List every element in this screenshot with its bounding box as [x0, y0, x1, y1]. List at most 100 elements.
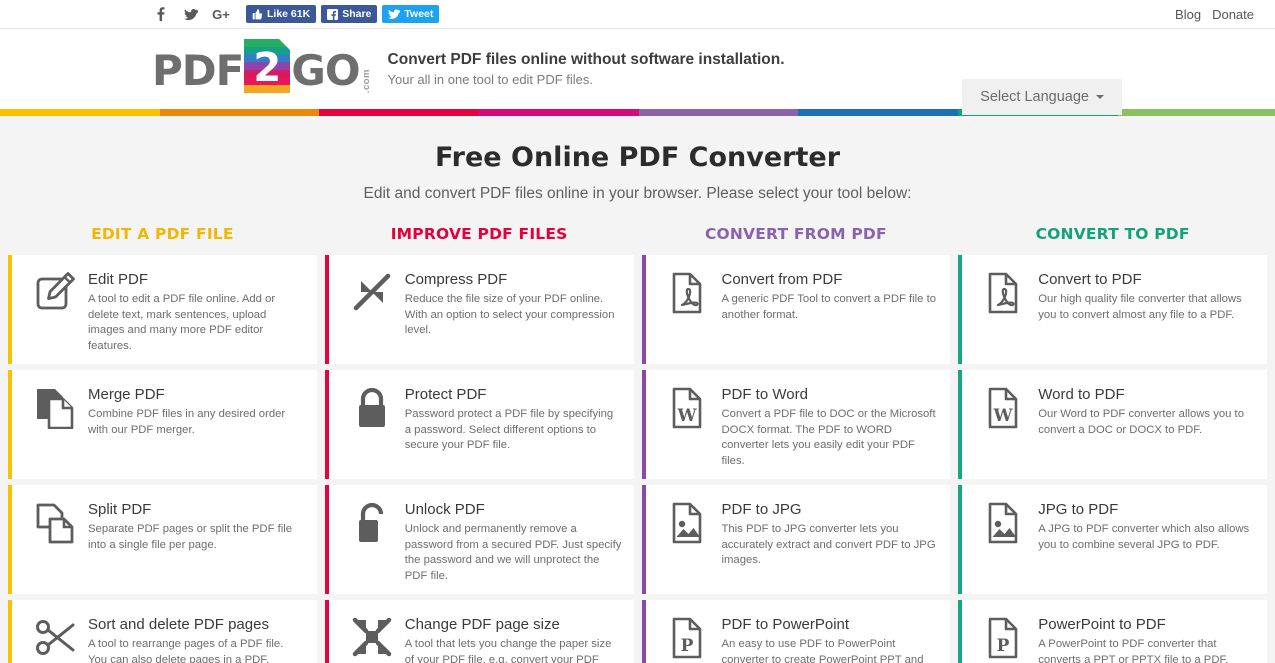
scissors-icon	[36, 620, 75, 655]
tool-card-description: Our Word to PDF converter allows you to …	[1038, 408, 1244, 436]
tool-card[interactable]: PDF to JPG This PDF to JPG converter lets…	[641, 485, 951, 594]
tool-card-title: Protect PDF	[404, 386, 487, 403]
tool-card-description: Our high quality file converter that all…	[1038, 293, 1242, 321]
tool-card[interactable]: JPG to PDF A JPG to PDF converter which a…	[958, 485, 1267, 594]
tool-card[interactable]: Convert to PDF Our high quality file conv…	[958, 255, 1267, 364]
tool-card-title: PDF to Word	[721, 386, 808, 403]
tool-card-icon	[26, 499, 84, 544]
logo-text-pdf: PDF	[152, 46, 244, 95]
blog-link[interactable]: Blog	[1175, 7, 1201, 22]
tool-card-icon	[343, 384, 401, 429]
tool-card[interactable]: Convert from PDF A generic PDF Tool to co…	[641, 255, 951, 364]
facebook-like-label: Like 61K	[267, 7, 311, 20]
pdf-document-icon	[672, 272, 701, 314]
tool-card-title: Unlock PDF	[404, 501, 485, 518]
tagline-secondary: Your all in one tool to edit PDF files.	[387, 71, 593, 87]
tool-card[interactable]: Unlock PDF Unlock and permanently remove …	[324, 485, 634, 594]
tool-card-description: An easy to use PDF to PowerPoint convert…	[721, 638, 924, 663]
pdf2go-logo[interactable]: PDF 2 GO .com	[152, 39, 372, 95]
chevron-down-icon	[1096, 95, 1104, 99]
facebook-icon[interactable]	[146, 7, 176, 22]
edit-pencil-icon	[36, 272, 75, 310]
lock-open-icon	[358, 502, 383, 542]
tool-card-description: Password protect a PDF file by specifyin…	[404, 408, 614, 451]
rainbow-segment-0	[0, 109, 160, 116]
tool-card-icon: W	[660, 384, 718, 429]
tool-card-icon	[343, 499, 401, 544]
rainbow-segment-3	[479, 109, 639, 116]
tool-card[interactable]: P PDF to PowerPoint An easy to use PDF to …	[641, 600, 951, 663]
facebook-share-label: Share	[342, 7, 372, 20]
logo-text-com: .com	[360, 68, 372, 93]
tool-card[interactable]: P PowerPoint to PDF A PowerPoint to PDF co…	[958, 600, 1267, 663]
tool-card[interactable]: Edit PDF A tool to edit a PDF file online…	[8, 255, 317, 364]
tool-card-description: Reduce the file size of your PDF online.…	[404, 293, 615, 336]
tool-card-description: This PDF to JPG converter lets you accur…	[721, 523, 936, 566]
svg-text:P: P	[997, 636, 1010, 656]
svg-text:P: P	[680, 636, 693, 656]
tool-card-body: PDF to PowerPoint An easy to use PDF to P…	[718, 614, 939, 663]
tool-card-title: PDF to JPG	[721, 501, 802, 518]
twitter-tweet-label: Tweet	[404, 7, 434, 20]
tool-card-icon: P	[976, 614, 1034, 659]
select-language-button[interactable]: Select Language	[962, 79, 1122, 115]
tool-card-icon	[660, 499, 718, 544]
logo-mark-icon: 2	[244, 39, 291, 93]
tool-card[interactable]: Compress PDF Reduce the file size of your…	[324, 255, 634, 364]
tool-card-icon	[26, 269, 84, 314]
word-document-icon: W	[672, 387, 701, 429]
logo-text-go: GO	[291, 46, 360, 95]
google-plus-icon[interactable]: G+	[206, 8, 236, 21]
logo-area[interactable]: PDF 2 GO .com Convert PDF files online w…	[152, 39, 785, 95]
rainbow-segment-7	[1117, 109, 1275, 116]
hero-section: Free Online PDF Converter Edit and conve…	[0, 116, 1275, 205]
tool-card[interactable]: Sort and delete PDF pages A tool to rearr…	[8, 600, 317, 663]
tool-card-body: Compress PDF Reduce the file size of your…	[401, 269, 622, 339]
pdf-document-icon	[988, 272, 1018, 314]
tool-card-icon	[343, 614, 401, 659]
image-document-icon	[988, 502, 1018, 544]
tool-card-description: A PowerPoint to PDF converter that conve…	[1038, 638, 1229, 663]
tool-card-icon	[976, 499, 1034, 544]
tool-card-title: Edit PDF	[88, 271, 149, 288]
tool-column-0: EDIT A PDF FILE Edit PDF A tool to edit a …	[8, 225, 317, 663]
word-document-icon: W	[988, 387, 1018, 429]
image-document-icon	[672, 502, 701, 544]
tool-card-description: A tool that lets you change the paper si…	[404, 638, 612, 663]
tool-card-icon: P	[660, 614, 718, 659]
tool-card-description: Convert a PDF file to DOC or the Microso…	[721, 408, 936, 467]
tool-card[interactable]: Split PDF Separate PDF pages or split the…	[8, 485, 317, 594]
tool-card-body: Convert from PDF A generic PDF Tool to co…	[718, 269, 939, 323]
select-language-label: Select Language	[980, 89, 1089, 105]
donate-link[interactable]: Donate	[1212, 7, 1254, 22]
tool-card-body: PDF to JPG This PDF to JPG converter lets…	[718, 499, 939, 569]
facebook-like-button[interactable]: Like 61K	[246, 5, 317, 23]
tool-card-title: Merge PDF	[88, 386, 165, 403]
tool-card[interactable]: W Word to PDF Our Word to PDF converter al…	[958, 370, 1267, 479]
tool-card-body: Change PDF page size A tool that lets you…	[401, 614, 622, 663]
tool-card[interactable]: W PDF to Word Convert a PDF file to DOC or…	[641, 370, 951, 479]
tool-card-title: Split PDF	[88, 501, 152, 518]
tool-column-2: CONVERT FROM PDF Convert from PDF A generi…	[641, 225, 951, 663]
tool-card-title: Convert to PDF	[1038, 271, 1142, 288]
page-subtitle: Edit and convert PDF files online in you…	[363, 185, 912, 202]
page-title: Free Online PDF Converter	[434, 142, 841, 173]
tool-card-description: A JPG to PDF converter which also allows…	[1038, 523, 1250, 551]
tool-card-body: Unlock PDF Unlock and permanently remove …	[401, 499, 622, 584]
facebook-share-button[interactable]: Share	[321, 5, 378, 23]
tool-card[interactable]: Change PDF page size A tool that lets you…	[324, 600, 634, 663]
column-heading: IMPROVE PDF FILES	[390, 225, 568, 243]
tool-card-icon: W	[976, 384, 1034, 429]
tool-card-body: Protect PDF Password protect a PDF file b…	[401, 384, 622, 454]
twitter-tweet-button[interactable]: Tweet	[382, 5, 440, 23]
tool-card-description: A tool to edit a PDF file online. Add or…	[88, 293, 276, 352]
tool-card[interactable]: Protect PDF Password protect a PDF file b…	[324, 370, 634, 479]
lock-closed-icon	[358, 387, 385, 427]
tool-card[interactable]: Merge PDF Combine PDF files in any desire…	[8, 370, 317, 479]
merge-documents-icon	[37, 389, 74, 429]
tool-card-icon	[26, 614, 84, 659]
svg-text:W: W	[676, 406, 697, 426]
rainbow-segment-4	[638, 109, 799, 116]
rainbow-segment-1	[159, 109, 320, 116]
twitter-icon[interactable]	[176, 7, 206, 21]
